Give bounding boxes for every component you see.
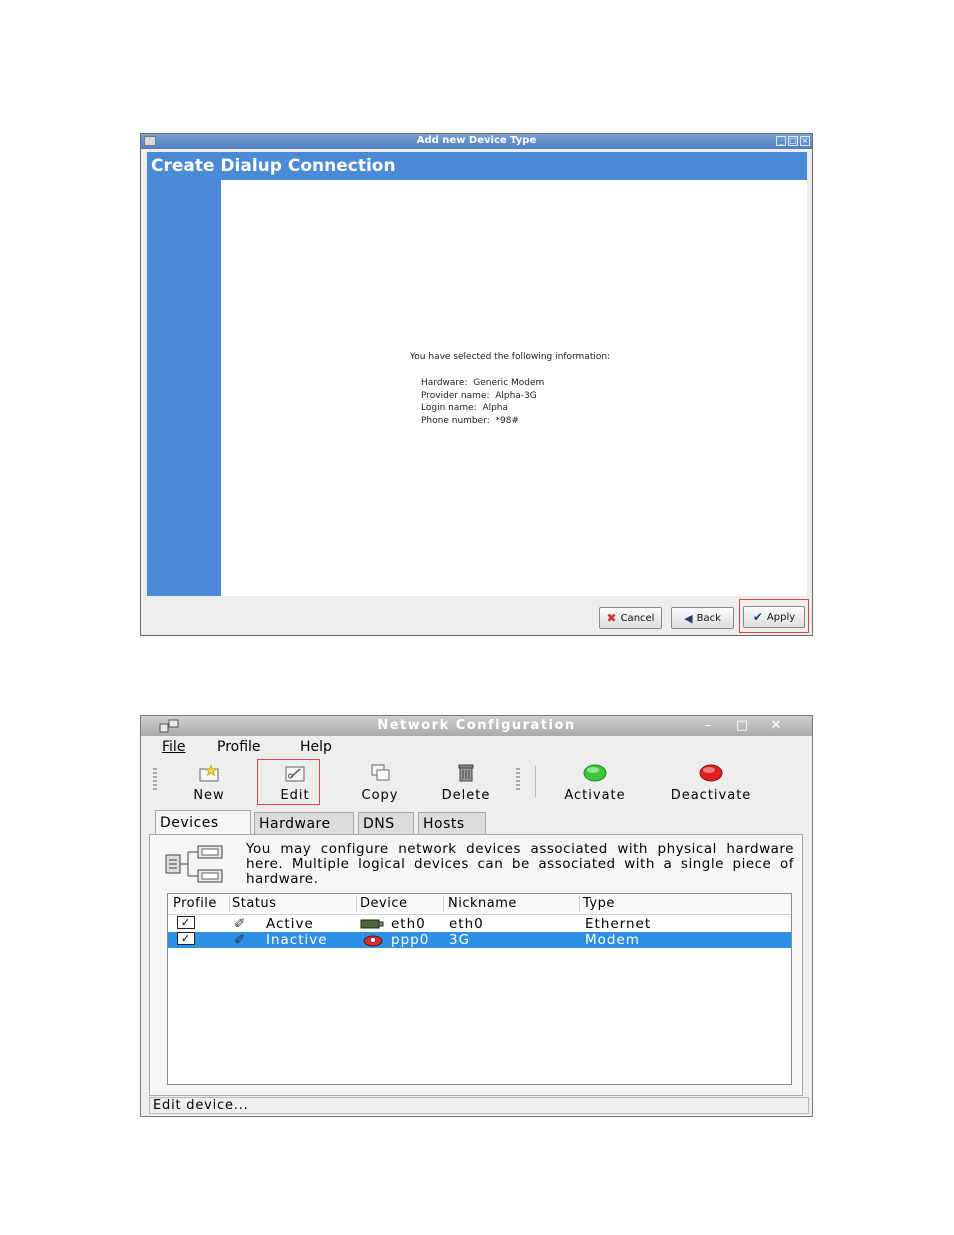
inactive-plug-icon: ✐	[234, 932, 247, 948]
page-title: Create Dialup Connection	[151, 156, 396, 176]
tab-hosts[interactable]: Hosts	[418, 812, 486, 834]
devices-panel: You may configure network devices associ…	[149, 834, 803, 1096]
network-config-window: Network Configuration – □ ✕ File Profile…	[140, 715, 813, 1117]
back-button[interactable]: ◀ Back	[671, 607, 734, 629]
status-bar: Edit device...	[149, 1097, 809, 1114]
devices-description: You may configure network devices associ…	[246, 841, 794, 887]
nickname-cell: eth0	[449, 916, 484, 932]
add-device-window: Add new Device Type _ □ × Create Dialup …	[140, 133, 813, 636]
activate-button[interactable]: Activate	[549, 760, 641, 804]
tab-hardware[interactable]: Hardware	[254, 812, 354, 834]
cancel-icon: ✖	[606, 611, 617, 625]
summary-text: You have selected the following informat…	[410, 352, 611, 362]
trash-icon	[458, 764, 474, 782]
toolbar: New Edit Copy Delete Activate Deactivate	[149, 760, 809, 806]
red-light-icon	[699, 764, 723, 782]
table-row[interactable]: ✓ ✐ Active eth0 eth0 Ethernet	[168, 916, 791, 932]
info-login: Login name: Alpha	[421, 403, 509, 413]
type-cell: Ethernet	[585, 916, 652, 932]
toolbar-grip[interactable]	[153, 768, 157, 790]
apply-highlight-box	[739, 599, 809, 633]
tab-devices[interactable]: Devices	[155, 810, 251, 834]
info-hardware: Hardware: Generic Modem	[421, 378, 545, 388]
menubar: File Profile Help	[149, 736, 809, 758]
status-cell: Active	[266, 916, 314, 932]
nickname-cell: 3G	[449, 932, 471, 948]
green-light-icon	[583, 764, 607, 782]
info-phone: Phone number: *98#	[421, 415, 519, 426]
toolbar-grip[interactable]	[516, 768, 520, 790]
tab-dns[interactable]: DNS	[358, 812, 414, 834]
maximize-icon[interactable]: □	[734, 718, 750, 734]
profile-checkbox[interactable]: ✓	[177, 916, 195, 929]
col-nickname[interactable]: Nickname	[448, 896, 580, 912]
status-cell: Inactive	[266, 932, 328, 948]
menu-profile[interactable]: Profile	[217, 739, 261, 755]
table-row[interactable]: ✓ ✐ Inactive ppp0 3G Modem	[168, 932, 791, 948]
close-icon[interactable]: ✕	[768, 718, 784, 734]
cancel-button[interactable]: ✖ Cancel	[599, 607, 662, 629]
list-header: Profile Status Device Nickname Type	[168, 894, 791, 915]
minimize-icon[interactable]: –	[700, 718, 716, 734]
hardware-devices-icon	[165, 845, 223, 883]
copy-button[interactable]: Copy	[349, 760, 411, 804]
copy-icon	[371, 764, 390, 781]
new-button[interactable]: New	[179, 760, 239, 804]
delete-button[interactable]: Delete	[431, 760, 501, 804]
druid-content: You have selected the following informat…	[221, 180, 807, 596]
window-titlebar[interactable]: Network Configuration – □ ✕	[141, 716, 812, 736]
ethernet-card-icon	[360, 919, 384, 929]
druid-sidebar	[147, 180, 221, 596]
type-cell: Modem	[585, 932, 640, 948]
col-profile[interactable]: Profile	[173, 896, 230, 912]
edit-highlight-box	[257, 759, 320, 805]
window-title: Add new Device Type	[416, 135, 537, 146]
druid-header: Create Dialup Connection	[147, 152, 807, 180]
minimize-icon[interactable]: _	[776, 136, 786, 146]
device-cell: eth0	[391, 916, 426, 932]
col-device[interactable]: Device	[360, 896, 444, 912]
deactivate-button[interactable]: Deactivate	[655, 760, 767, 804]
profile-checkbox[interactable]: ✓	[177, 932, 195, 945]
menu-file[interactable]: File	[162, 739, 185, 755]
menu-help[interactable]: Help	[300, 739, 332, 755]
close-icon[interactable]: ×	[800, 136, 810, 146]
active-plug-icon: ✐	[234, 916, 247, 932]
new-star-icon	[199, 764, 219, 782]
modem-icon	[363, 935, 383, 947]
device-list[interactable]: Profile Status Device Nickname Type ✓ ✐ …	[167, 893, 792, 1085]
col-type[interactable]: Type	[583, 896, 790, 912]
maximize-icon[interactable]: □	[788, 136, 798, 146]
window-titlebar[interactable]: Add new Device Type _ □ ×	[141, 134, 812, 149]
info-provider: Provider name: Alpha-3G	[421, 390, 537, 401]
toolbar-separator	[535, 766, 536, 798]
device-cell: ppp0	[391, 932, 430, 948]
back-arrow-icon: ◀	[684, 611, 693, 625]
info-list: Hardware: Generic Modem Provider name: A…	[421, 377, 544, 427]
col-status[interactable]: Status	[232, 896, 357, 912]
